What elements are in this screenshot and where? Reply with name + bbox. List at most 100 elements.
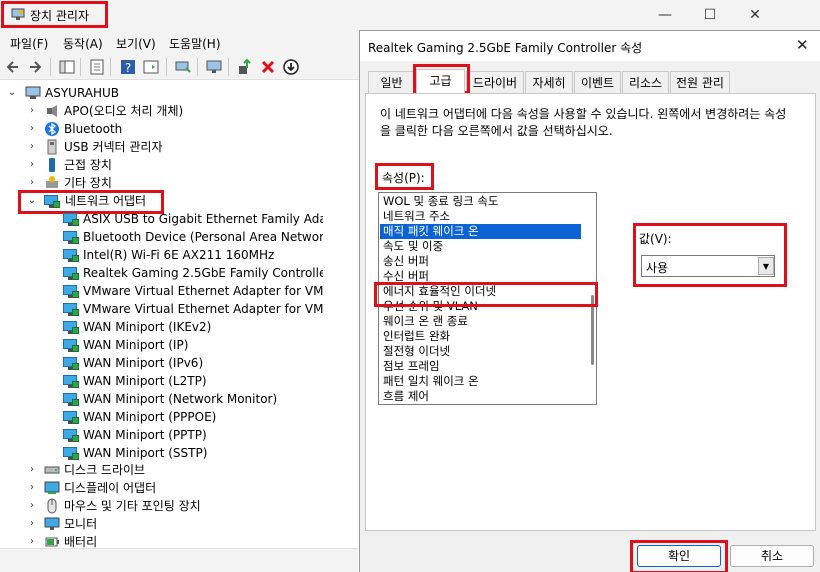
- tree-category-label: 근접 장치: [64, 158, 112, 172]
- update-driver-icon[interactable]: [236, 58, 254, 76]
- property-list-item[interactable]: 패턴 일치 웨이크 온: [383, 374, 479, 389]
- network-adapter-label: VMware Virtual Ethernet Adapter for VMne…: [83, 284, 323, 298]
- toolbar-divider: [50, 58, 51, 76]
- network-adapter-icon: [63, 427, 79, 443]
- network-adapter-row[interactable]: ASIX USB to Gigabit Ethernet Family Adap…: [0, 210, 323, 228]
- tab-4[interactable]: 이벤트: [574, 71, 621, 93]
- network-adapter-row[interactable]: Intel(R) Wi-Fi 6E AX211 160MHz: [0, 246, 323, 264]
- device-tree: ⌄ ASYURAHUB › APO(오디오 처리 개체) › Bluetooth › US…: [0, 80, 358, 548]
- tab-5[interactable]: 리소스: [622, 71, 669, 93]
- network-adapter-icon: [63, 355, 79, 371]
- network-adapter-label: Realtek Gaming 2.5GbE Family Controller: [83, 266, 323, 280]
- forward-icon[interactable]: [26, 58, 44, 76]
- console-tree-icon[interactable]: [58, 58, 76, 76]
- tab-6[interactable]: 전원 관리: [670, 71, 730, 93]
- network-adapter-icon: [63, 373, 79, 389]
- tab-1[interactable]: 고급: [416, 69, 465, 93]
- chevron-right-icon[interactable]: ›: [26, 138, 38, 156]
- menu-view[interactable]: 보기(V): [116, 35, 156, 52]
- property-label-highlight-box: [375, 163, 434, 190]
- tree-root-label: ASYURAHUB: [45, 86, 120, 100]
- property-list-item[interactable]: 네트워크 주소: [383, 209, 450, 224]
- computer-icon: [25, 85, 41, 101]
- network-adapter-icon: [63, 409, 79, 425]
- network-adapter-label: WAN Miniport (L2TP): [83, 374, 207, 388]
- network-adapter-label: Bluetooth Device (Personal Area Network): [83, 230, 323, 244]
- tab-2[interactable]: 드라이버: [466, 71, 524, 93]
- property-list-item[interactable]: 점보 프레임: [383, 359, 440, 374]
- menu-help[interactable]: 도움말(H): [169, 35, 221, 52]
- network-adapter-icon: [63, 211, 79, 227]
- property-list-item[interactable]: 웨이크 온 랜 종료: [383, 314, 468, 329]
- tab-0[interactable]: 일반: [368, 71, 415, 93]
- property-list-item[interactable]: 절전형 이더넷: [383, 344, 450, 359]
- menu-file[interactable]: 파일(F): [10, 35, 48, 52]
- chevron-right-icon[interactable]: ›: [26, 461, 38, 479]
- network-adapter-label: WAN Miniport (SSTP): [83, 446, 208, 460]
- horizontal-scrollbar[interactable]: [0, 548, 358, 572]
- maximize-button[interactable]: ☐: [690, 4, 730, 26]
- network-adapter-row[interactable]: WAN Miniport (L2TP): [0, 372, 323, 390]
- monitor-icon[interactable]: [205, 58, 223, 76]
- network-adapter-label: WAN Miniport (Network Monitor): [83, 392, 278, 406]
- property-list-item[interactable]: 인터럽트 완화: [383, 329, 450, 344]
- chevron-down-icon[interactable]: ⌄: [6, 84, 18, 102]
- property-list-item[interactable]: 속도 및 이중: [383, 239, 443, 254]
- network-adapter-label: ASIX USB to Gigabit Ethernet Family Adap…: [83, 212, 323, 226]
- network-adapter-row[interactable]: WAN Miniport (PPPOE): [0, 408, 323, 426]
- dialog-close-icon[interactable]: ✕: [796, 36, 809, 54]
- dialog-title-bar: Realtek Gaming 2.5GbE Family Controller …: [360, 31, 820, 61]
- network-adapter-icon: [63, 391, 79, 407]
- network-adapter-row[interactable]: Bluetooth Device (Personal Area Network): [0, 228, 323, 246]
- tab-3[interactable]: 자세히: [525, 71, 573, 93]
- chevron-right-icon[interactable]: ›: [26, 156, 38, 174]
- disk-icon: [44, 462, 60, 478]
- help-icon[interactable]: ?: [119, 58, 137, 76]
- chevron-right-icon[interactable]: ›: [26, 533, 38, 548]
- tree-category-label: 배터리: [64, 535, 98, 548]
- close-button[interactable]: ✕: [735, 4, 775, 26]
- chevron-right-icon[interactable]: ›: [26, 479, 38, 497]
- property-list-item[interactable]: 송신 버퍼: [383, 254, 429, 269]
- network-adapter-icon: [63, 229, 79, 245]
- network-adapter-row[interactable]: WAN Miniport (PPTP): [0, 426, 323, 444]
- chevron-right-icon[interactable]: ›: [26, 102, 38, 120]
- chevron-right-icon[interactable]: ›: [26, 497, 38, 515]
- scan-hardware-icon[interactable]: [174, 58, 192, 76]
- network-adapter-row[interactable]: WAN Miniport (SSTP): [0, 444, 323, 462]
- network-adapter-label: WAN Miniport (IP): [83, 338, 189, 352]
- ok-button-highlight-box: [630, 540, 728, 572]
- network-adapter-row[interactable]: VMware Virtual Ethernet Adapter for VMne…: [0, 300, 323, 318]
- property-list-item[interactable]: 매직 패킷 웨이크 온: [383, 224, 479, 239]
- monitor-icon: [44, 516, 60, 532]
- network-adapter-row[interactable]: WAN Miniport (Network Monitor): [0, 390, 323, 408]
- uninstall-icon[interactable]: [259, 58, 277, 76]
- menu-action[interactable]: 동작(A): [63, 35, 103, 52]
- disable-device-icon[interactable]: [282, 58, 300, 76]
- properties-icon[interactable]: [88, 58, 106, 76]
- svg-text:?: ?: [125, 61, 131, 75]
- toolbar-divider: [197, 58, 198, 76]
- chevron-right-icon[interactable]: ›: [26, 120, 38, 138]
- description-text: 이 네트워크 어댑터에 다음 속성을 사용할 수 있습니다. 왼쪽에서 변경하려…: [380, 107, 787, 138]
- audio-icon: [44, 103, 60, 119]
- action-pane-icon[interactable]: [142, 58, 160, 76]
- minimize-button[interactable]: —: [645, 4, 685, 26]
- toolbar-divider: [80, 58, 81, 76]
- network-adapter-icon: [63, 301, 79, 317]
- back-icon[interactable]: [4, 58, 22, 76]
- property-list-item[interactable]: WOL 및 종료 링크 속도: [383, 194, 499, 209]
- tree-category-label: APO(오디오 처리 개체): [64, 104, 184, 118]
- network-adapter-row[interactable]: WAN Miniport (IKEv2): [0, 318, 323, 336]
- network-adapter-row[interactable]: WAN Miniport (IP): [0, 336, 323, 354]
- toolbar-divider: [228, 58, 229, 76]
- toolbar-divider: [110, 58, 111, 76]
- network-adapter-row[interactable]: WAN Miniport (IPv6): [0, 354, 323, 372]
- cancel-button[interactable]: 취소: [730, 545, 814, 567]
- network-adapter-label: Intel(R) Wi-Fi 6E AX211 160MHz: [83, 248, 275, 262]
- network-adapter-row[interactable]: Realtek Gaming 2.5GbE Family Controller: [0, 264, 323, 282]
- chevron-right-icon[interactable]: ›: [26, 515, 38, 533]
- property-list-item[interactable]: 흐름 제어: [383, 389, 429, 404]
- device-manager-window: 장치 관리자 — ☐ ✕ 파일(F) 동작(A) 보기(V) 도움말(H) ? …: [0, 0, 820, 572]
- network-adapter-row[interactable]: VMware Virtual Ethernet Adapter for VMne…: [0, 282, 323, 300]
